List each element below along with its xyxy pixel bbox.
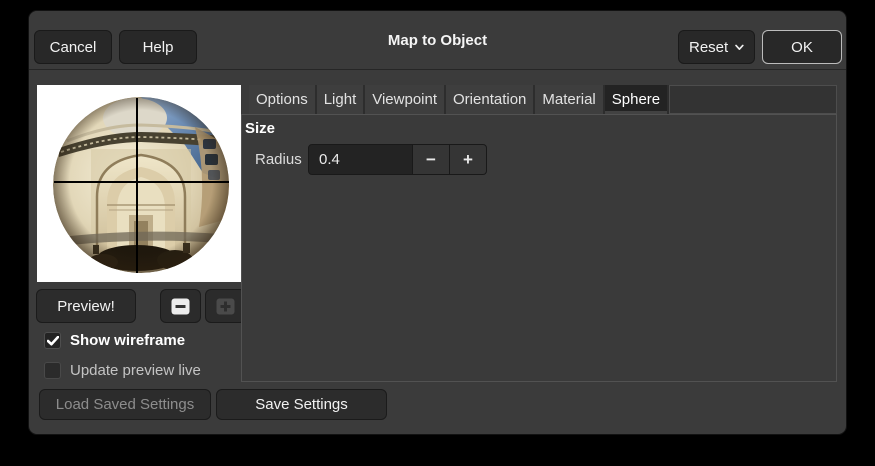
sphere-preview-image bbox=[53, 97, 229, 273]
tab-options[interactable]: Options bbox=[249, 85, 317, 114]
screen-background: Cancel Help Map to Object Reset OK Previ… bbox=[0, 0, 875, 466]
checkmark-icon bbox=[46, 335, 59, 345]
tab-viewpoint[interactable]: Viewpoint bbox=[365, 85, 447, 114]
show-wireframe-label: Show wireframe bbox=[70, 332, 186, 349]
radius-row: Radius − + bbox=[255, 144, 487, 175]
zoom-out-icon bbox=[171, 298, 190, 314]
update-preview-label: Update preview live bbox=[70, 362, 201, 379]
reset-button[interactable]: Reset bbox=[678, 30, 755, 64]
tab-sphere[interactable]: Sphere bbox=[604, 85, 670, 114]
tab-spacer bbox=[241, 85, 249, 114]
update-preview-checkbox[interactable] bbox=[44, 362, 61, 379]
tab-strip-filler bbox=[669, 85, 837, 114]
chevron-down-icon bbox=[735, 44, 744, 50]
header-bar: Cancel Help Map to Object Reset OK bbox=[29, 11, 846, 70]
radius-label: Radius bbox=[255, 151, 302, 168]
reset-label: Reset bbox=[689, 38, 729, 56]
cancel-button[interactable]: Cancel bbox=[34, 30, 112, 64]
radius-decrement-button[interactable]: − bbox=[413, 144, 450, 175]
help-button[interactable]: Help bbox=[119, 30, 197, 64]
zoom-out-button[interactable] bbox=[160, 289, 201, 323]
zoom-in-button[interactable] bbox=[205, 289, 246, 323]
preview-area[interactable] bbox=[37, 85, 241, 282]
preview-button[interactable]: Preview! bbox=[36, 289, 136, 323]
update-preview-row: Update preview live bbox=[44, 362, 201, 379]
save-settings-button[interactable]: Save Settings bbox=[216, 389, 387, 420]
map-to-object-dialog: Cancel Help Map to Object Reset OK Previ… bbox=[28, 10, 847, 435]
tab-light[interactable]: Light bbox=[316, 85, 366, 114]
radius-increment-button[interactable]: + bbox=[450, 144, 487, 175]
size-section-title: Size bbox=[245, 120, 276, 137]
radius-input[interactable] bbox=[308, 144, 413, 175]
sphere-tab-panel: Size Radius − + bbox=[241, 114, 837, 382]
show-wireframe-row: Show wireframe bbox=[44, 332, 185, 349]
radius-spinbox: − + bbox=[308, 144, 487, 175]
show-wireframe-checkbox[interactable] bbox=[44, 332, 61, 349]
zoom-in-icon bbox=[216, 298, 235, 314]
tab-strip: Options Light Viewpoint Orientation Mate… bbox=[241, 85, 837, 114]
load-saved-settings-button[interactable]: Load Saved Settings bbox=[39, 389, 211, 420]
ok-button[interactable]: OK bbox=[762, 30, 842, 64]
tab-orientation[interactable]: Orientation bbox=[446, 85, 536, 114]
tab-material[interactable]: Material bbox=[535, 85, 605, 114]
